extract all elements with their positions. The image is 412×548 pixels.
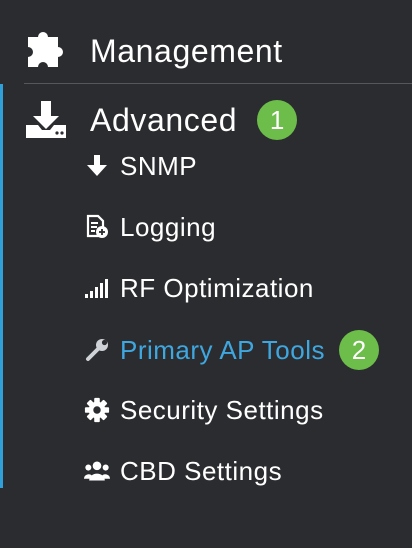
submenu-item-snmp[interactable]: SNMP — [84, 146, 197, 186]
submenu-item-rf-optimization[interactable]: RF Optimization — [84, 268, 314, 308]
submenu-item-security-settings[interactable]: Security Settings — [84, 390, 324, 430]
signal-bars-icon — [84, 275, 110, 301]
menu-divider — [24, 83, 412, 84]
download-tray-icon — [24, 98, 68, 142]
submenu-item-label: SNMP — [120, 150, 198, 181]
menu-item-label: Advanced — [90, 101, 238, 138]
menu-item-label: Management — [90, 32, 283, 69]
arrow-down-icon — [84, 153, 110, 179]
submenu-item-primary-ap-tools[interactable]: Primary AP Tools 2 — [84, 330, 380, 370]
submenu-item-label: RF Optimization — [120, 272, 314, 303]
document-icon — [84, 214, 110, 240]
submenu-item-label: Security Settings — [120, 394, 324, 425]
active-section-indicator — [0, 84, 3, 488]
submenu-item-label: CBD Settings — [120, 455, 283, 486]
step-badge: 2 — [339, 330, 380, 370]
wrench-icon — [84, 337, 110, 363]
users-icon — [84, 458, 110, 484]
submenu-item-logging[interactable]: Logging — [84, 207, 216, 247]
menu-item-advanced[interactable]: Advanced 1 — [24, 90, 298, 150]
puzzle-icon — [24, 29, 68, 73]
submenu-item-cbd-settings[interactable]: CBD Settings — [84, 451, 282, 491]
submenu-item-label: Primary AP Tools — [120, 334, 326, 365]
sidebar-menu: Management Advanced 1 SNMP Logging RF Op… — [0, 0, 412, 548]
menu-item-management[interactable]: Management — [24, 21, 283, 81]
step-badge: 1 — [257, 100, 298, 140]
submenu-item-label: Logging — [120, 211, 217, 242]
gear-icon — [84, 397, 110, 423]
